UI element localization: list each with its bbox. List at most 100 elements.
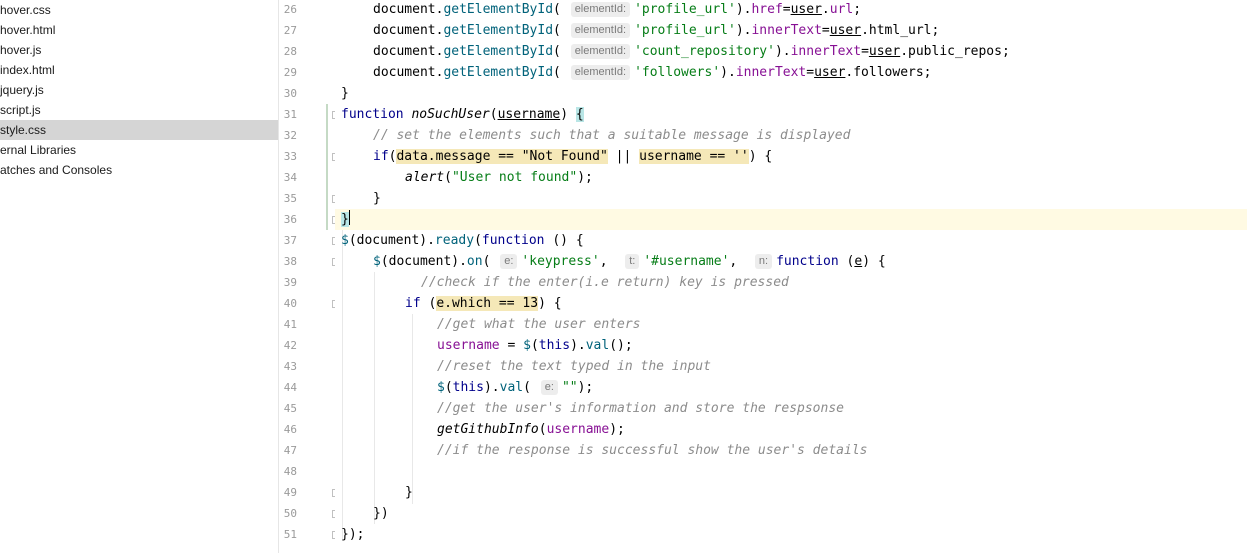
code-line[interactable]: $(document).on( e:'keypress', t: '#userna… [335, 251, 1247, 272]
code-line[interactable]: //reset the text typed in the input [335, 356, 1247, 377]
code-token: .followers; [845, 65, 932, 80]
code-token: .html_url; [861, 23, 940, 38]
project-tree-item[interactable]: hover.js [0, 40, 278, 60]
code-token: 'profile_url' [634, 2, 736, 17]
line-number: 50 [283, 507, 297, 520]
code-token: ). [570, 338, 586, 353]
code-token: ). [720, 65, 736, 80]
text-caret [348, 210, 350, 225]
code-token: }); [341, 527, 365, 542]
project-tree-item[interactable]: index.html [0, 60, 278, 80]
code-token: ( [553, 2, 569, 17]
code-token: user [814, 65, 846, 80]
code-token: username == '' [639, 149, 749, 164]
code-line[interactable]: $(document).ready(function () { [335, 230, 1247, 251]
code-line[interactable]: function noSuchUser(username) { [335, 104, 1247, 125]
code-line[interactable]: document.getElementById( elementId:'prof… [335, 20, 1247, 41]
line-number: 27 [283, 24, 297, 37]
code-token: ( [482, 254, 499, 269]
code-line[interactable]: document.getElementById( elementId:'prof… [335, 0, 1247, 20]
code-line[interactable]: document.getElementById( elementId:'foll… [335, 62, 1247, 83]
code-token: //check if the enter(i.e return) key is … [421, 275, 789, 290]
project-tree-item[interactable]: hover.css [0, 0, 278, 20]
code-token: $ [373, 254, 381, 269]
code-line[interactable]: //get the user's information and store t… [335, 398, 1247, 419]
code-token: user [829, 23, 862, 38]
code-token: ready [434, 233, 475, 248]
code-token: function [776, 254, 839, 269]
code-token: document. [373, 44, 444, 59]
code-token: } [373, 191, 381, 206]
code-line[interactable]: username = $(this).val(); [335, 335, 1247, 356]
project-tree-item[interactable]: ernal Libraries [0, 140, 278, 160]
project-tree-panel: hover.css hover.html hover.js index.html jqu… [0, 0, 279, 553]
code-line[interactable]: $(this).val( e: ""); [335, 377, 1247, 398]
parameter-hint: e: [540, 380, 558, 395]
code-line[interactable]: } [335, 83, 1247, 104]
code-token: ; [853, 2, 862, 17]
code-token: innerText [790, 44, 862, 59]
code-line[interactable]: } [335, 209, 1247, 230]
code-line[interactable]: //check if the enter(i.e return) key is … [335, 272, 1247, 293]
code-token: getElementById [443, 2, 554, 17]
parameter-hint: n: [754, 254, 773, 269]
code-token: = [861, 44, 869, 59]
code-token: ( [444, 170, 452, 185]
line-number: 28 [283, 45, 297, 58]
code-line[interactable]: //if the response is successful show the… [335, 440, 1247, 461]
code-token: username [546, 422, 610, 437]
code-line[interactable] [335, 461, 1247, 482]
project-tree-item-label: ernal Libraries [0, 143, 77, 157]
code-token: val [499, 380, 524, 395]
code-line[interactable]: //get what the user enters [335, 314, 1247, 335]
project-tree-item-label: script.js [0, 103, 41, 117]
project-tree-item[interactable]: script.js [0, 100, 278, 120]
code-line[interactable]: if (e.which == 13) { [335, 293, 1247, 314]
code-token: = [806, 65, 815, 80]
code-token: ). [483, 380, 500, 395]
code-line[interactable]: } [335, 188, 1247, 209]
project-tree-item-label: style.css [0, 123, 47, 137]
code-line[interactable]: if(data.message == "Not Found" || userna… [335, 146, 1247, 167]
parameter-hint: elementId: [570, 44, 631, 59]
project-tree-item-label: jquery.js [0, 83, 44, 97]
code-token: user [790, 2, 822, 17]
project-tree-item[interactable]: atches and Consoles [0, 160, 278, 180]
code-token: . [821, 2, 830, 17]
parameter-hint: elementId: [570, 23, 631, 38]
vcs-change-marker[interactable] [326, 104, 328, 230]
code-token: innerText [735, 65, 807, 80]
code-token: "" [561, 380, 578, 395]
code-token: if [405, 296, 421, 311]
parameter-hint: e: [500, 254, 518, 269]
code-token: e [854, 254, 863, 269]
code-editor[interactable]: document.getElementById( elementId:'prof… [335, 0, 1247, 553]
code-token: //reset the text typed in the input [437, 359, 711, 374]
code-line[interactable]: document.getElementById( elementId:'coun… [335, 41, 1247, 62]
code-line[interactable]: }) [335, 503, 1247, 524]
code-token: 'profile_url' [634, 23, 736, 38]
project-tree-item[interactable]: hover.html [0, 20, 278, 40]
line-number: 31 [283, 108, 297, 121]
line-number-gutter[interactable]: 26 27 28 29 30 31 32 33 34 35 36 37 38 39 40 41 42 43 44 45… [279, 0, 340, 553]
code-token: , [599, 254, 624, 269]
code-token: data.message == "Not Found" [396, 149, 608, 164]
code-line[interactable]: } [335, 482, 1247, 503]
code-token: document. [373, 65, 444, 80]
line-number: 39 [283, 276, 297, 289]
code-token: ( [553, 23, 569, 38]
project-tree-item[interactable]: jquery.js [0, 80, 278, 100]
code-line[interactable]: // set the elements such that a suitable… [335, 125, 1247, 146]
code-token: getElementById [443, 23, 554, 38]
code-token: getElementById [443, 65, 554, 80]
project-tree-item[interactable]: style.css [0, 120, 278, 140]
code-line[interactable]: alert("User not found"); [335, 167, 1247, 188]
code-token: 'count_repository' [634, 44, 775, 59]
code-token: function [341, 107, 412, 122]
code-token: ) [560, 107, 576, 122]
line-number: 34 [283, 171, 297, 184]
code-token: = [499, 338, 524, 353]
code-line[interactable]: }); [335, 524, 1247, 545]
code-token: } [341, 212, 349, 227]
code-line[interactable]: getGithubInfo(username); [335, 419, 1247, 440]
